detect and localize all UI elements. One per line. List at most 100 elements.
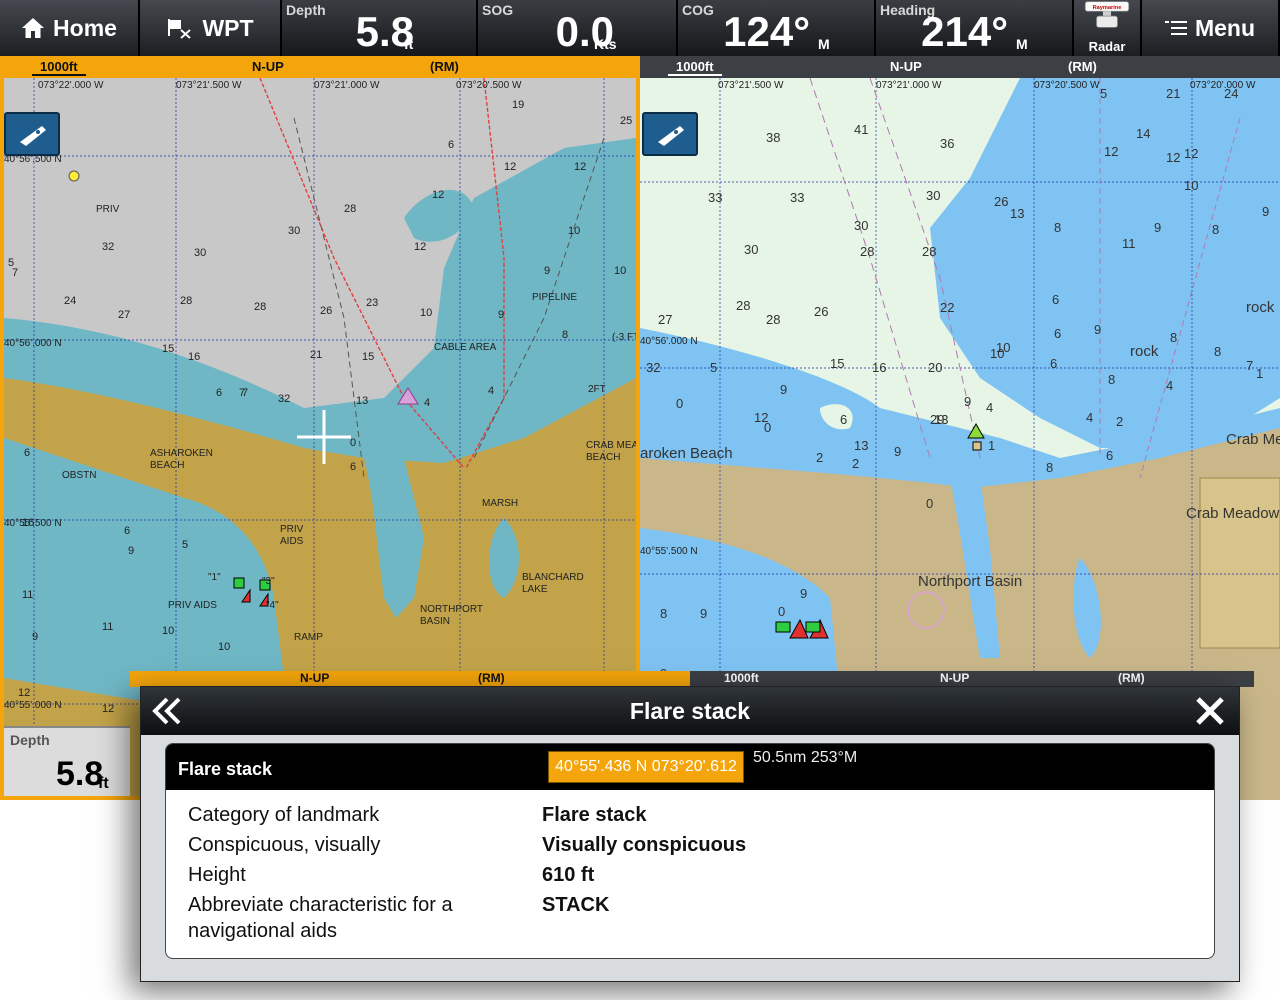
latitude-label: 40°56'.000 N — [4, 338, 62, 349]
radar-button[interactable]: Raymarine Radar — [1074, 0, 1142, 56]
depth-sounding: 9 — [1154, 220, 1161, 235]
left-chart-header: 1000ft N-UP (RM) — [4, 56, 636, 78]
chart-label: BLANCHARD — [522, 572, 584, 583]
sog-databox[interactable]: SOG 0.0 Kts — [478, 0, 678, 56]
yellow-buoy-icon — [68, 170, 80, 182]
depth-sounding: 13 — [854, 438, 868, 453]
depth-label: Depth — [286, 2, 326, 18]
chart-label: PIPELINE — [532, 292, 577, 303]
chart-label: BEACH — [586, 452, 620, 463]
close-icon[interactable] — [1193, 695, 1227, 727]
depth-sounding: 38 — [766, 130, 780, 145]
depth-sounding: 9 — [128, 545, 134, 557]
right-motion-mode[interactable]: (RM) — [1068, 59, 1097, 74]
depth-sounding: 4 — [1086, 410, 1093, 425]
depth-sounding: 28 — [344, 203, 356, 215]
menu-button-label: Menu — [1194, 14, 1256, 41]
depth-sounding: 5 — [182, 539, 188, 551]
depth-sounding: 15 — [830, 356, 844, 371]
crab-meadow-area — [1199, 477, 1280, 649]
dialog-content: Flare stack 40°55'.436 N 073°20'.612 W 5… — [165, 743, 1215, 959]
depth-sounding: 27 — [658, 312, 672, 327]
depth-sounding: 41 — [854, 122, 868, 137]
chart-label: Northport Basin — [918, 573, 1022, 590]
depth-sounding: 30 — [926, 188, 940, 203]
depth-sounding: 5 — [710, 360, 717, 375]
chart-label: OBSTN — [62, 470, 96, 481]
left-mini-depth-box[interactable]: Depth 5.8 ft — [4, 726, 130, 796]
chart-label: rock — [1130, 343, 1159, 360]
depth-sounding: 30 — [194, 247, 206, 259]
right-lower-header-strip: 1000ft N-UP (RM) — [690, 671, 1254, 687]
depth-sounding: 6 — [1106, 448, 1113, 463]
depth-sounding: 27 — [118, 309, 130, 321]
object-name: Flare stack — [178, 759, 273, 779]
depth-sounding: 6 — [124, 525, 130, 537]
depth-sounding: 12 — [1184, 146, 1198, 161]
depth-sounding: 21 — [310, 349, 322, 361]
depth-sounding: 11 — [102, 621, 113, 633]
depth-databox[interactable]: Depth 5.8 ft — [282, 0, 478, 56]
left-scale-bar[interactable]: 1000ft — [32, 59, 86, 76]
depth-sounding: 10 — [420, 307, 432, 319]
depth-sounding: 21 — [1166, 86, 1180, 101]
chart-label: "3" — [262, 576, 275, 587]
depth-sounding: 10 — [218, 641, 230, 653]
attribute-value: 610 ft — [542, 864, 595, 886]
depth-sounding: 28 — [860, 244, 874, 259]
chart-label: AIDS — [280, 536, 304, 547]
home-button[interactable]: Home — [0, 0, 140, 56]
depth-sounding: 28 — [254, 301, 266, 313]
depth-sounding: 12 — [1166, 150, 1180, 165]
waypoint-button[interactable]: WPT — [140, 0, 282, 56]
left-orientation[interactable]: N-UP — [252, 59, 284, 74]
object-position-button[interactable]: 40°55'.436 N 073°20'.612 W — [548, 751, 744, 805]
heading-databox[interactable]: Heading 214° M — [876, 0, 1074, 56]
chart-label: (-3 FT) — [612, 332, 636, 343]
back-chevron-icon[interactable] — [149, 695, 183, 727]
depth-sounding: 12 — [102, 703, 114, 715]
depth-sounding: 16 — [188, 351, 200, 363]
radar-button-label: Radar — [1088, 39, 1126, 54]
depth-sounding: 12 — [504, 161, 516, 173]
right-boat-centre-button[interactable] — [642, 112, 698, 156]
depth-sounding: 19 — [512, 99, 524, 111]
chart-label: Crab Me — [1226, 431, 1280, 448]
longitude-label: 073°21'.500 W — [176, 80, 242, 91]
depth-sounding: 1 — [1256, 366, 1263, 381]
menu-button[interactable]: Menu — [1142, 0, 1280, 56]
heading-unit: M — [1016, 36, 1028, 52]
left-boat-centre-button[interactable] — [4, 112, 60, 156]
depth-sounding: 0 — [926, 496, 933, 511]
right-orientation[interactable]: N-UP — [890, 59, 922, 74]
depth-sounding: 16 — [872, 360, 886, 375]
depth-sounding: 33 — [790, 190, 804, 205]
right-scale-bar[interactable]: 1000ft — [668, 59, 722, 76]
sog-label: SOG — [482, 2, 514, 18]
depth-sounding: 12 — [414, 241, 426, 253]
strip-right-orientation: N-UP — [940, 671, 970, 685]
strip-left-orientation: N-UP — [300, 671, 330, 685]
depth-sounding: 28 — [766, 312, 780, 327]
depth-sounding: 9 — [1262, 204, 1269, 219]
depth-sounding: 30 — [854, 218, 868, 233]
cog-databox[interactable]: COG 124° M — [678, 0, 876, 56]
sog-unit: Kts — [594, 36, 617, 52]
left-motion-mode[interactable]: (RM) — [430, 59, 459, 74]
depth-sounding: 6 — [350, 461, 356, 473]
chart-label: BEACH — [150, 460, 184, 471]
depth-sounding: 15 — [362, 351, 374, 363]
green-marker-icon-right-2 — [805, 621, 821, 633]
depth-sounding: 0 — [764, 420, 771, 435]
boat-icon-right — [658, 126, 684, 146]
depth-sounding: 26 — [320, 305, 332, 317]
depth-sounding: 0 — [778, 604, 785, 619]
depth-sounding: 29 — [930, 412, 944, 427]
cog-value: 124° — [723, 8, 810, 55]
depth-sounding: 1 — [988, 438, 995, 453]
depth-sounding: 0 — [676, 396, 683, 411]
menu-list-icon — [1164, 21, 1187, 35]
depth-sounding: 4 — [424, 397, 430, 409]
depth-sounding: 9 — [498, 309, 504, 321]
chart-label: "4" — [266, 600, 279, 611]
